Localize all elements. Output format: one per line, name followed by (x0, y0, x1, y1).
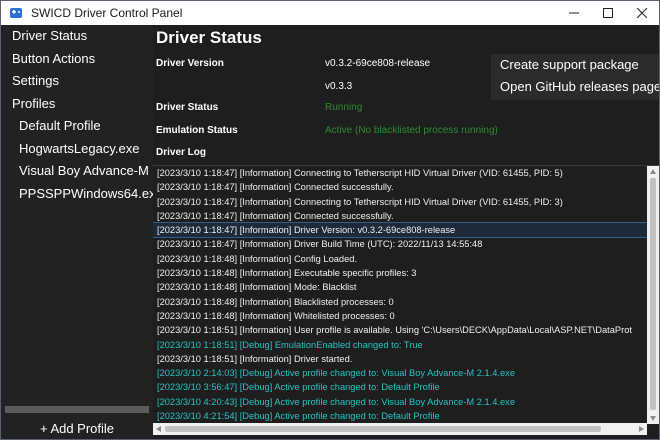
title-bar[interactable]: SWICD Driver Control Panel (1, 1, 659, 25)
log-line[interactable]: [2023/3/10 1:18:47] [Information] Connec… (153, 166, 647, 180)
log-line[interactable]: [2023/3/10 1:18:47] [Information] Connec… (153, 209, 647, 223)
app-window: SWICD Driver Control Panel Driver Status… (0, 0, 660, 440)
add-profile-label: + Add Profile (39, 420, 115, 436)
minimize-icon (569, 12, 579, 14)
maximize-button[interactable] (591, 1, 625, 25)
log-line[interactable]: [2023/3/10 1:18:47] [Information] Connec… (153, 195, 647, 209)
log-line[interactable]: [2023/3/10 1:18:48] [Information] Config… (153, 252, 647, 266)
log-horizontal-scrollbar[interactable] (153, 423, 647, 435)
log-line[interactable]: [2023/3/10 1:18:47] [Information] Driver… (153, 222, 647, 239)
close-icon (637, 8, 647, 18)
scroll-left-arrow-icon (156, 426, 161, 432)
close-button[interactable] (625, 1, 659, 25)
log-line[interactable]: [2023/3/10 2:14:03] [Debug] Active profi… (153, 366, 647, 380)
scroll-up-arrow-icon (650, 169, 656, 174)
sidebar: Driver Status Button Actions Settings Pr… (1, 25, 153, 439)
sidebar-profile-hogwarts[interactable]: HogwartsLegacy.exe (1, 138, 153, 161)
driver-status-label: Driver Status (156, 102, 219, 113)
log-line[interactable]: [2023/3/10 1:18:51] [Information] User p… (153, 323, 647, 337)
main-panel: Driver Status Driver Version v0.3.2-69ce… (153, 25, 659, 439)
log-line[interactable]: [2023/3/10 4:20:43] [Debug] Active profi… (153, 395, 647, 409)
sidebar-profile-vbam[interactable]: Visual Boy Advance-M (1, 160, 153, 183)
window-controls (557, 1, 659, 25)
emulation-status-value: Active (No blacklisted process running) (325, 125, 498, 136)
driver-status-value: Running (325, 102, 363, 113)
log-line[interactable]: [2023/3/10 1:18:51] [Information] Driver… (153, 352, 647, 366)
log-line[interactable]: [2023/3/10 4:21:54] [Debug] Active profi… (153, 409, 647, 423)
log-line[interactable]: [2023/3/10 1:18:48] [Information] Mode: … (153, 280, 647, 294)
log-line[interactable]: [2023/3/10 1:18:48] [Information] Whitel… (153, 309, 647, 323)
log-line[interactable]: [2023/3/10 1:18:47] [Information] Driver… (153, 237, 647, 251)
add-profile-button[interactable]: + Add Profile (1, 417, 153, 439)
log-line[interactable]: [2023/3/10 3:56:47] [Debug] Active profi… (153, 380, 647, 394)
maximize-icon (603, 8, 613, 18)
sidebar-item-driver-status[interactable]: Driver Status (1, 25, 153, 48)
driver-log-label: Driver Log (156, 147, 207, 158)
log-line[interactable]: [2023/3/10 1:18:48] [Information] Execut… (153, 266, 647, 280)
log-vertical-thumb[interactable] (650, 178, 656, 410)
scroll-right-arrow-icon (639, 426, 644, 432)
sidebar-item-profiles[interactable]: Profiles (1, 93, 153, 116)
log-vertical-scrollbar[interactable] (647, 166, 659, 424)
log-horizontal-thumb[interactable] (165, 426, 601, 432)
sidebar-item-button-actions[interactable]: Button Actions (1, 48, 153, 71)
menu-item-open-github-releases[interactable]: Open GitHub releases page (491, 76, 659, 98)
scroll-down-arrow-icon (650, 416, 656, 421)
page-title: Driver Status (156, 28, 262, 47)
minimize-button[interactable] (557, 1, 591, 25)
gamepad-icon (9, 6, 23, 20)
sidebar-profile-default[interactable]: Default Profile (1, 115, 153, 138)
driver-version-label: Driver Version (156, 58, 224, 69)
menu-item-create-support-package[interactable]: Create support package (491, 54, 659, 76)
context-menu: Create support package Open GitHub relea… (491, 54, 659, 100)
log-lines: [2023/3/10 1:18:47] [Information] Connec… (153, 166, 647, 424)
sidebar-profile-ppsspp[interactable]: PPSSPPWindows64.exe (1, 183, 153, 206)
emulation-status-label: Emulation Status (156, 125, 238, 136)
sidebar-item-settings[interactable]: Settings (1, 70, 153, 93)
log-line[interactable]: [2023/3/10 1:18:51] [Debug] EmulationEna… (153, 338, 647, 352)
window-title: SWICD Driver Control Panel (31, 6, 183, 20)
driver-version-latest: v0.3.3 (325, 81, 353, 92)
log-line[interactable]: [2023/3/10 1:18:47] [Information] Connec… (153, 180, 647, 194)
driver-log-list[interactable]: [2023/3/10 1:18:47] [Information] Connec… (153, 165, 659, 439)
log-line[interactable]: [2023/3/10 1:18:48] [Information] Blackl… (153, 295, 647, 309)
sidebar-horizontal-scrollbar[interactable] (5, 406, 149, 413)
driver-version-value: v0.3.2-69ce808-release (325, 58, 431, 69)
